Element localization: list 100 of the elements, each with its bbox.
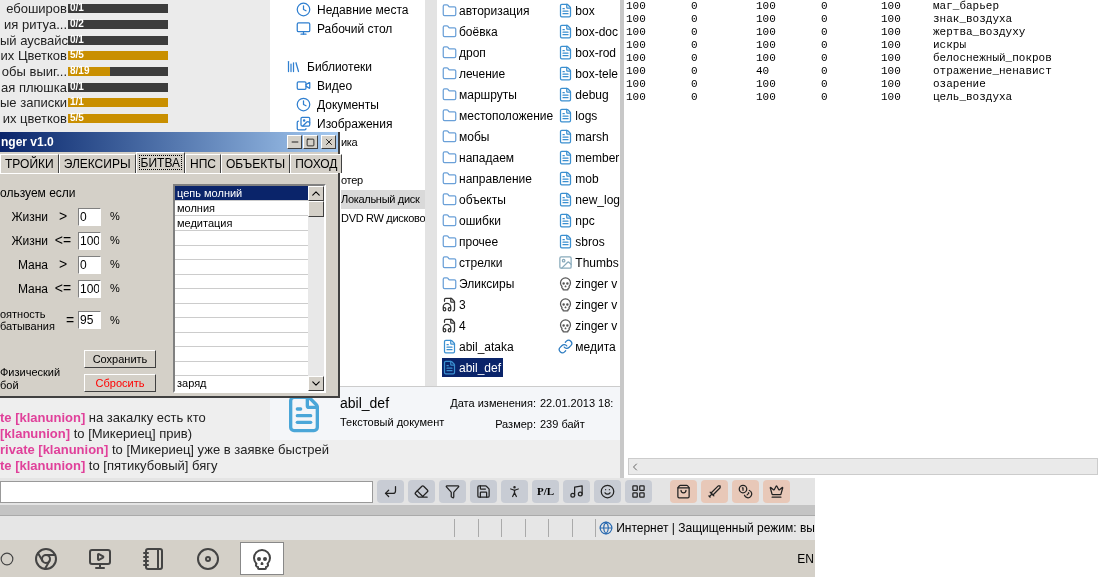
taskbar-button[interactable] [240, 542, 284, 575]
scroll-up-icon[interactable] [308, 186, 324, 201]
file-item[interactable]: маршруты [442, 85, 519, 104]
file-item[interactable]: стрелки [442, 253, 505, 272]
toolbar-button[interactable] [701, 480, 728, 503]
file-item[interactable]: Thumbs [558, 253, 621, 272]
details-label: Дата изменения: [450, 396, 536, 411]
file-item[interactable]: местоположение [442, 106, 556, 125]
nav-item[interactable]: Документы [270, 95, 425, 114]
nav-item[interactable]: Видео [270, 76, 425, 95]
file-item[interactable]: npc [558, 211, 597, 230]
file-item[interactable]: объекты [442, 190, 508, 209]
toolbar-button[interactable]: P/L [532, 480, 559, 503]
file-item[interactable]: нападаем [442, 148, 517, 167]
percent-input[interactable]: 100 [78, 231, 101, 250]
toolbar-button[interactable] [439, 480, 466, 503]
nav-item[interactable]: DVD RW дисково [341, 209, 425, 228]
file-item[interactable]: abil_ataka [442, 337, 516, 356]
document-icon [558, 234, 574, 249]
horizontal-scrollbar[interactable] [628, 458, 1098, 475]
dialog-title: nger v1.0 [0, 134, 54, 151]
toolbar-button[interactable] [377, 480, 404, 503]
file-item[interactable]: прочее [442, 232, 501, 251]
file-item[interactable]: авторизация [442, 1, 532, 20]
toolbar-button[interactable] [501, 480, 528, 503]
percent-input[interactable]: 0 [78, 207, 101, 226]
tab[interactable]: ПОХОД [290, 154, 343, 173]
maximize-button[interactable] [303, 135, 318, 149]
file-item[interactable]: sbros [558, 232, 607, 251]
file-item[interactable]: new_log [558, 190, 622, 209]
nav-item[interactable]: Недавние места [270, 0, 425, 19]
nav-item[interactable]: Изображения [270, 114, 425, 133]
vertical-scrollbar[interactable] [308, 186, 324, 391]
quest-progress-text: 0/1 [70, 33, 84, 46]
nav-item[interactable]: ика [341, 133, 425, 152]
file-item[interactable]: направление [442, 169, 534, 188]
coins-icon [738, 484, 753, 499]
percent-input[interactable]: 0 [78, 255, 101, 274]
scroll-down-icon[interactable] [308, 376, 324, 391]
file-item[interactable]: marsh [558, 127, 611, 146]
file-item[interactable]: box-rod [558, 43, 618, 62]
file-item[interactable]: box [558, 1, 597, 20]
toolbar-button[interactable] [470, 480, 497, 503]
file-item[interactable]: 4 [442, 316, 468, 335]
toolbar-button[interactable] [670, 480, 697, 503]
file-item[interactable]: zinger v [558, 316, 620, 335]
skill-item[interactable]: заряд [175, 376, 308, 391]
nav-item[interactable]: отер [341, 171, 425, 190]
file-item[interactable]: member [558, 148, 622, 167]
text-cell-text: 0 [821, 52, 829, 65]
tab[interactable]: ОБЪЕКТЫ [220, 154, 291, 173]
quest-progress-text: 0/1 [70, 80, 84, 93]
file-item[interactable]: ошибки [442, 211, 503, 230]
scroll-thumb[interactable] [308, 201, 324, 217]
nav-item[interactable]: Рабочий стол [270, 19, 425, 38]
file-item[interactable]: box-doc [558, 22, 620, 41]
percent-input[interactable]: 95 [78, 311, 101, 329]
operator: <= [53, 231, 73, 250]
skill-list[interactable]: цепь молний молния медитация заряд [173, 184, 326, 393]
tab[interactable]: БИТВА [135, 152, 185, 173]
file-item[interactable]: abil_def [442, 358, 504, 377]
file-item[interactable]: дроп [442, 43, 488, 62]
tab[interactable]: НПС [185, 154, 221, 173]
toolbar-button[interactable] [594, 480, 621, 503]
file-item[interactable]: logs [558, 106, 600, 125]
nav-item[interactable]: Библиотеки [270, 57, 425, 76]
tab[interactable]: ТРОЙКИ [0, 154, 59, 173]
language-indicator: EN [797, 550, 815, 568]
tab[interactable]: ЭЛЕКСИРЫ [58, 154, 136, 173]
operator: > [57, 207, 69, 226]
toolbar-button[interactable] [625, 480, 652, 503]
chat-input[interactable] [0, 480, 373, 503]
file-item[interactable]: mob [558, 169, 601, 188]
file-item[interactable]: debug [558, 85, 611, 104]
file-item[interactable]: 3 [442, 295, 468, 314]
file-item[interactable]: Эликсиры [442, 274, 517, 293]
file-item[interactable]: лечение [442, 64, 508, 83]
skill-item[interactable]: цепь молний [175, 186, 308, 201]
toolbar-button[interactable] [563, 480, 590, 503]
percent-input[interactable]: 100 [78, 279, 101, 298]
file-item[interactable]: zinger v [558, 295, 620, 314]
toolbar-button[interactable] [763, 480, 790, 503]
text-cell-text: 100 [756, 13, 777, 26]
nav-icon [296, 116, 311, 131]
file-item[interactable]: box-tele [558, 64, 620, 83]
file-item[interactable]: медита [558, 337, 618, 356]
text-cell: цель_воздуха [933, 91, 1013, 104]
minimize-button[interactable] [287, 135, 302, 149]
nav-item[interactable]: Локальный диск [341, 190, 425, 209]
folder-icon [442, 3, 457, 18]
file-item[interactable]: мобы [442, 127, 492, 146]
file-item[interactable]: боёвка [442, 22, 500, 41]
document-icon [558, 3, 574, 18]
disc-icon [196, 546, 220, 571]
file-item[interactable]: zinger v [558, 274, 620, 293]
close-button[interactable] [321, 135, 336, 149]
text-cell-text: 0 [691, 78, 699, 91]
save-button[interactable]: Сохранить [84, 350, 156, 368]
toolbar-button[interactable] [408, 480, 435, 503]
toolbar-button[interactable] [732, 480, 759, 503]
